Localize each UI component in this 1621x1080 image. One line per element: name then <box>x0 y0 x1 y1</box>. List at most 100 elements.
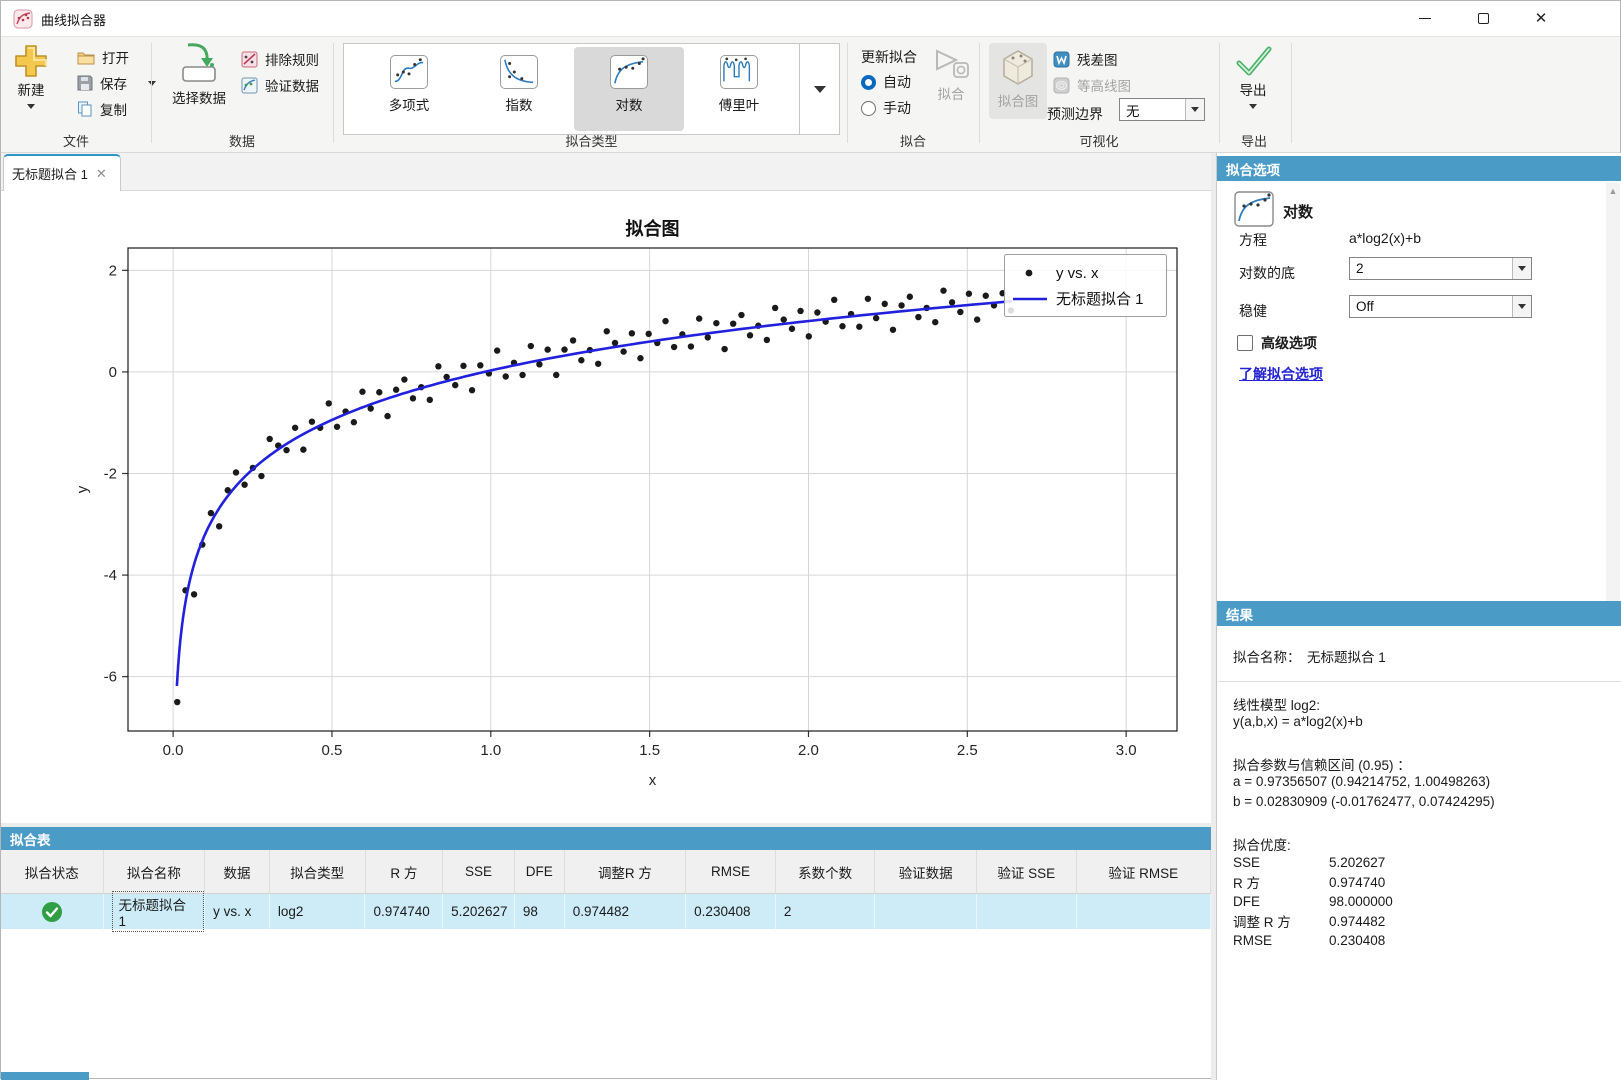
copy-button[interactable]: 复制 <box>77 99 127 119</box>
minimize-button[interactable] <box>1402 1 1448 36</box>
svg-text:y: y <box>74 485 91 493</box>
open-button[interactable]: 打开 <box>77 47 129 67</box>
fit-plot-toggle[interactable]: 拟合图 <box>989 43 1047 119</box>
fit-table-row[interactable]: 无标题拟合 1y vs. xlog20.9747405.202627980.97… <box>1 894 1211 929</box>
log-base-value: 2 <box>1350 261 1512 276</box>
column-header[interactable]: 验证数据 <box>875 850 977 893</box>
fit-status-ok-icon <box>1 894 104 929</box>
manual-radio[interactable]: 手动 <box>861 98 911 118</box>
select-data-icon <box>176 41 222 87</box>
table-cell[interactable]: 5.202627 <box>443 894 515 929</box>
validation-data-label: 验证数据 <box>265 75 319 95</box>
tab-close-icon[interactable]: ✕ <box>96 166 107 182</box>
svg-text:无标题拟合 1: 无标题拟合 1 <box>1056 291 1144 308</box>
select-data-button[interactable]: 选择数据 <box>163 41 235 107</box>
fit-type-exponential[interactable]: 指数 <box>464 47 574 131</box>
equation-label: 方程 <box>1239 230 1267 250</box>
gof-row: 调整 R 方0.974482 <box>1233 912 1393 932</box>
column-header[interactable]: 系数个数 <box>776 850 876 893</box>
divider <box>151 43 152 143</box>
table-cell[interactable]: 无标题拟合 1 <box>104 894 206 929</box>
gof-row: R 方0.974740 <box>1233 873 1393 893</box>
fit-type-name: 对数 <box>1283 201 1313 222</box>
save-dropdown-caret[interactable] <box>148 81 156 86</box>
tab-label: 无标题拟合 1 <box>12 164 88 183</box>
app-icon <box>13 9 33 34</box>
select-data-label: 选择数据 <box>172 87 226 107</box>
fit-plot-icon <box>998 48 1038 88</box>
auto-radio[interactable]: 自动 <box>861 72 911 92</box>
export-label: 导出 <box>1240 79 1267 99</box>
coeff-b: b = 0.02830909 (-0.01762477, 0.07424295) <box>1233 794 1495 809</box>
model-line1: 线性模型 log2: <box>1233 694 1320 714</box>
maximize-icon <box>1478 13 1489 24</box>
table-cell[interactable]: y vs. x <box>205 894 270 929</box>
fit-type-logarithm[interactable]: 对数 <box>574 47 684 131</box>
new-label: 新建 <box>18 79 45 99</box>
data-section-label: 数据 <box>151 131 333 150</box>
table-cell[interactable]: 2 <box>776 894 876 929</box>
fit-name-value: 无标题拟合 1 <box>1307 646 1386 666</box>
exclusion-rules-button[interactable]: 排除规则 <box>241 49 319 69</box>
table-cell[interactable] <box>977 894 1077 929</box>
column-header[interactable]: 验证 RMSE <box>1077 850 1211 893</box>
export-section-label: 导出 <box>1219 131 1289 150</box>
tab-untitled-fit-1[interactable]: 无标题拟合 1 ✕ <box>3 154 121 191</box>
column-header[interactable]: 验证 SSE <box>977 850 1077 893</box>
table-cell[interactable]: 98 <box>515 894 565 929</box>
gof-row: DFE98.000000 <box>1233 892 1393 912</box>
column-header[interactable]: DFE <box>515 850 565 893</box>
column-header[interactable]: 拟合名称 <box>104 850 206 893</box>
maximize-button[interactable] <box>1460 1 1506 36</box>
fit-options-header: 拟合选项 <box>1217 156 1621 181</box>
column-header[interactable]: 拟合类型 <box>270 850 366 893</box>
svg-text:0: 0 <box>109 364 117 381</box>
logarithm-label: 对数 <box>616 94 643 114</box>
fit-type-fourier[interactable]: 傅里叶 <box>684 47 794 131</box>
column-header[interactable]: RMSE <box>686 850 776 893</box>
residuals-plot-button[interactable]: 残差图 <box>1053 49 1118 69</box>
column-header[interactable]: SSE <box>443 850 515 893</box>
log-base-dropdown[interactable]: 2 <box>1349 257 1532 280</box>
fit-type-gallery-expand[interactable] <box>799 44 839 134</box>
table-cell[interactable]: log2 <box>270 894 366 929</box>
export-button[interactable]: 导出 <box>1227 43 1279 109</box>
column-header[interactable]: 拟合状态 <box>1 850 104 893</box>
table-cell[interactable] <box>1077 894 1211 929</box>
fit-type-polynomial[interactable]: 多项式 <box>354 47 464 131</box>
coeff-header: 拟合参数与信赖区间 (0.95) ： <box>1233 754 1411 774</box>
options-scrollbar[interactable]: ▲ ▼ <box>1606 183 1620 619</box>
column-header[interactable]: R 方 <box>366 850 444 893</box>
svg-text:-2: -2 <box>104 466 117 483</box>
table-cell[interactable]: 0.230408 <box>686 894 776 929</box>
column-header[interactable]: 调整R 方 <box>565 850 687 893</box>
new-dropdown-caret[interactable] <box>27 104 35 109</box>
fit-plot-chart[interactable]: 0.00.51.01.52.02.53.020-2-4-6拟合图xyy vs. … <box>1 191 1211 823</box>
window-title: 曲线拟合器 <box>41 10 106 29</box>
robust-label: 稳健 <box>1239 301 1267 321</box>
advanced-options-checkbox[interactable] <box>1237 335 1253 351</box>
robust-dropdown[interactable]: Off <box>1349 295 1532 318</box>
export-dropdown-caret[interactable] <box>1249 104 1257 109</box>
scroll-up-icon[interactable]: ▲ <box>1606 183 1620 199</box>
contour-plot-label: 等高线图 <box>1077 75 1131 95</box>
svg-text:2: 2 <box>109 262 117 279</box>
validation-data-button[interactable]: 验证数据 <box>241 75 319 95</box>
advanced-options-checkbox-row[interactable]: 高级选项 <box>1237 333 1317 353</box>
advanced-options-label: 高级选项 <box>1261 333 1317 353</box>
close-button[interactable]: ✕ <box>1518 1 1564 36</box>
learn-fit-options-link[interactable]: 了解拟合选项 <box>1239 364 1323 384</box>
column-header[interactable]: 数据 <box>205 850 270 893</box>
contour-plot-button-disabled: 等高线图 <box>1053 75 1131 95</box>
divider <box>333 43 334 143</box>
new-button[interactable]: 新建 <box>9 43 53 109</box>
prediction-bounds-dropdown[interactable]: 无 <box>1119 98 1205 121</box>
exclusion-rules-label: 排除规则 <box>265 49 319 69</box>
table-cell[interactable]: 0.974740 <box>365 894 443 929</box>
table-cell[interactable]: 0.974482 <box>565 894 686 929</box>
auto-radio-circle <box>861 75 876 90</box>
table-cell[interactable] <box>875 894 977 929</box>
save-button[interactable]: 保存 <box>77 73 156 93</box>
curve-fitter-window: 曲线拟合器 ✕ 新建 打开 保 <box>0 0 1621 1079</box>
file-section-label: 文件 <box>1 131 151 150</box>
